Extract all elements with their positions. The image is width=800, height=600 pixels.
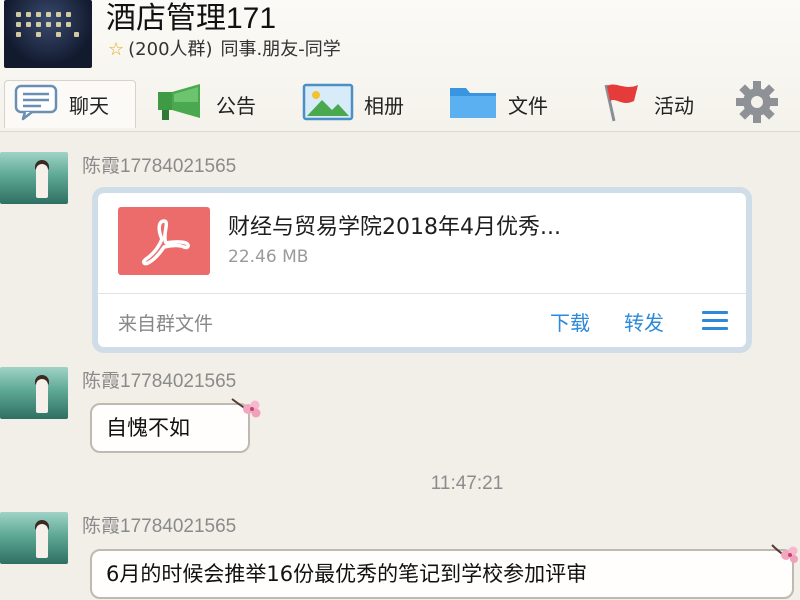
file-message-card[interactable]: 财经与贸易学院2018年4月优秀... 22.46 MB 来自群文件 下载 转发: [92, 187, 752, 353]
avatar[interactable]: [0, 367, 68, 419]
chat-bubble-icon: [13, 83, 59, 126]
sender-name: 陈霞17784021565: [82, 371, 237, 392]
settings-button[interactable]: [732, 80, 792, 128]
sender-name: 陈霞17784021565: [82, 516, 237, 537]
megaphone-icon: [156, 82, 206, 127]
member-count: (200人群): [128, 39, 213, 60]
download-link[interactable]: 下载: [550, 307, 590, 336]
group-title: 酒店管理171: [106, 2, 277, 35]
gear-icon: [732, 80, 782, 129]
group-tag-b: 同学: [304, 39, 341, 60]
tab-activity[interactable]: 活动: [598, 80, 694, 128]
tab-album-label: 相册: [364, 93, 404, 118]
sender-name: 陈霞17784021565: [82, 156, 237, 177]
tab-chat-label: 聊天: [69, 94, 109, 118]
file-source: 来自群文件: [118, 313, 214, 335]
photo-album-icon: [302, 82, 354, 127]
pdf-file-icon: [118, 207, 210, 275]
flower-decoration-icon: [770, 541, 800, 567]
message-list[interactable]: 陈霞17784021565 财经与贸易学院2018年4月优秀... 22.46 …: [0, 133, 800, 600]
star-icon: ☆: [108, 39, 125, 60]
tab-activity-label: 活动: [654, 93, 694, 118]
forward-link[interactable]: 转发: [624, 307, 664, 336]
message-bubble[interactable]: 6月的时候会推举16份最优秀的笔记到学校参加评审: [90, 549, 794, 599]
file-size: 22.46 MB: [228, 247, 309, 267]
folder-icon: [448, 82, 498, 127]
group-meta: ☆ (200人群) 同事.朋友 - 同学: [108, 38, 341, 62]
group-tag-a: 同事.朋友: [220, 39, 299, 60]
group-avatar[interactable]: [4, 0, 92, 68]
group-toolbar: 聊天 公告 相册 文件 活动: [0, 72, 800, 132]
chat-header: 酒店管理171 ☆ (200人群) 同事.朋友 - 同学 聊天 公告 相册 文件…: [0, 0, 800, 132]
avatar[interactable]: [0, 152, 68, 204]
flag-icon: [598, 81, 644, 128]
divider: [98, 293, 746, 294]
message-text: 6月的时候会推举16份最优秀的笔记到学校参加评审: [106, 562, 588, 586]
tab-files-label: 文件: [508, 93, 548, 118]
tab-files[interactable]: 文件: [448, 80, 548, 128]
tab-album[interactable]: 相册: [302, 80, 404, 128]
menu-icon[interactable]: [702, 311, 728, 331]
file-name[interactable]: 财经与贸易学院2018年4月优秀...: [228, 209, 561, 241]
message-bubble[interactable]: 自愧不如: [90, 403, 250, 453]
tab-chat[interactable]: 聊天: [4, 80, 136, 128]
flower-decoration-icon: [230, 395, 264, 421]
avatar[interactable]: [0, 512, 68, 564]
message-text: 自愧不如: [106, 416, 190, 440]
timestamp: 11:47:21: [430, 473, 504, 494]
tab-notice[interactable]: 公告: [156, 80, 256, 128]
tab-notice-label: 公告: [216, 93, 256, 118]
